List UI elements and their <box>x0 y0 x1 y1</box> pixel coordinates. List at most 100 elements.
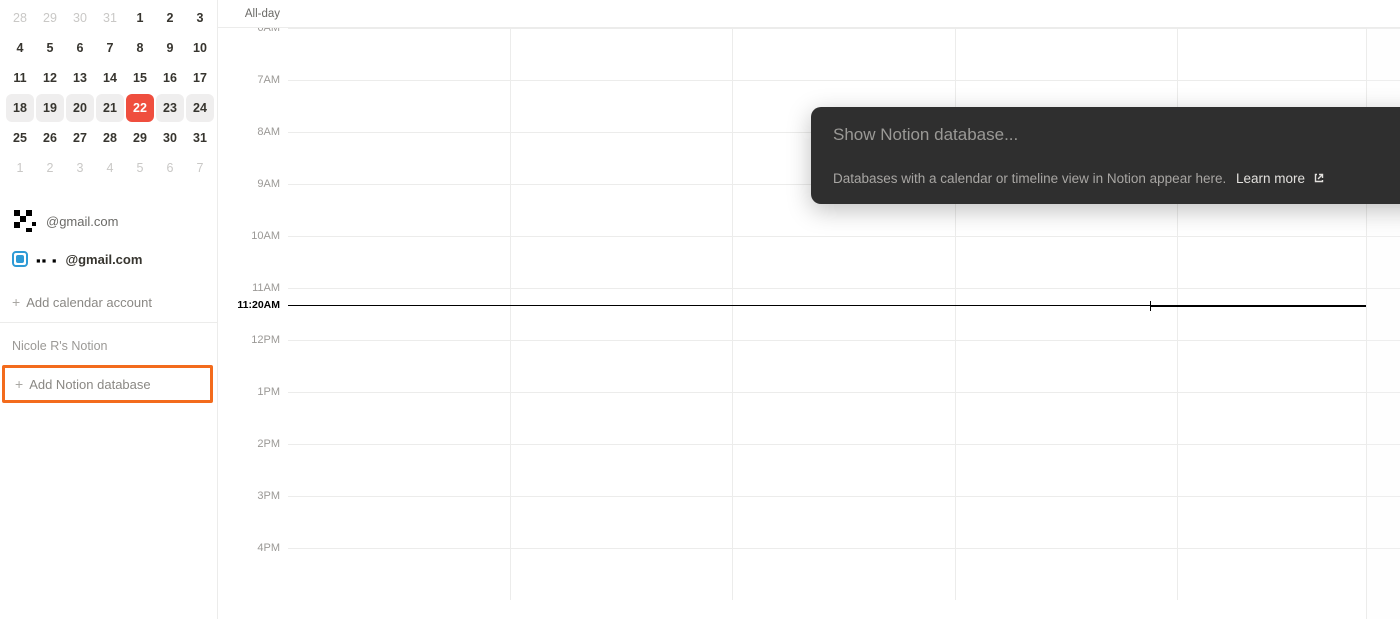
add-notion-database-button[interactable]: + Add Notion database <box>5 368 210 400</box>
mini-calendar-day[interactable]: 12 <box>36 64 64 92</box>
mini-calendar-day[interactable]: 4 <box>96 154 124 182</box>
mini-calendar-day[interactable]: 25 <box>6 124 34 152</box>
mini-calendar-day[interactable]: 21 <box>96 94 124 122</box>
mini-calendar-day[interactable]: 2 <box>156 4 184 32</box>
time-slot[interactable] <box>288 29 510 80</box>
mini-calendar-day[interactable]: 8 <box>126 34 154 62</box>
time-slot[interactable] <box>732 289 955 340</box>
time-slot[interactable] <box>732 549 955 600</box>
time-slot[interactable] <box>510 289 733 340</box>
account-email: @gmail.com <box>65 252 142 267</box>
calendar-account-row[interactable]: @gmail.com <box>8 202 209 240</box>
mini-calendar-day[interactable]: 29 <box>126 124 154 152</box>
time-slot[interactable] <box>288 393 510 444</box>
time-slot[interactable] <box>288 237 510 288</box>
time-slot[interactable] <box>955 341 1178 392</box>
current-time-label: 11:20AM <box>218 299 288 311</box>
hour-row: 6AM <box>218 28 1400 80</box>
mini-calendar-day[interactable]: 2 <box>36 154 64 182</box>
time-slot[interactable] <box>288 497 510 548</box>
mini-calendar-day[interactable]: 6 <box>156 154 184 182</box>
time-slot[interactable] <box>955 549 1178 600</box>
mini-calendar-day[interactable]: 18 <box>6 94 34 122</box>
mini-calendar-day[interactable]: 13 <box>66 64 94 92</box>
mini-calendar-day[interactable]: 5 <box>126 154 154 182</box>
mini-calendar-day[interactable]: 31 <box>186 124 214 152</box>
mini-calendar-day[interactable]: 7 <box>186 154 214 182</box>
add-calendar-account-button[interactable]: + Add calendar account <box>0 286 217 318</box>
mini-calendar-day[interactable]: 29 <box>36 4 64 32</box>
time-slot[interactable] <box>510 445 733 496</box>
time-slot[interactable] <box>732 393 955 444</box>
mini-calendar-day[interactable]: 7 <box>96 34 124 62</box>
time-slot[interactable] <box>510 185 733 236</box>
mini-calendar-day[interactable]: 11 <box>6 64 34 92</box>
mini-calendar-day[interactable]: 22 <box>126 94 154 122</box>
mini-calendar-day[interactable]: 16 <box>156 64 184 92</box>
mini-calendar-day[interactable]: 1 <box>6 154 34 182</box>
time-slot[interactable] <box>510 341 733 392</box>
time-slot[interactable] <box>288 133 510 184</box>
mini-calendar-day[interactable]: 19 <box>36 94 64 122</box>
mini-calendar-day[interactable]: 31 <box>96 4 124 32</box>
time-slot[interactable] <box>510 81 733 132</box>
time-slot[interactable] <box>955 497 1178 548</box>
time-slot[interactable] <box>955 29 1178 80</box>
mini-calendar-day[interactable]: 20 <box>66 94 94 122</box>
time-slot[interactable] <box>732 497 955 548</box>
add-notion-database-label: Add Notion database <box>29 377 150 392</box>
calendar-account-row[interactable]: ▪▪ ▪ @gmail.com <box>8 240 209 278</box>
mini-calendar-day[interactable]: 14 <box>96 64 124 92</box>
mini-calendar-day[interactable]: 3 <box>186 4 214 32</box>
mini-calendar-day[interactable]: 1 <box>126 4 154 32</box>
hour-label: 1PM <box>218 386 288 438</box>
all-day-label: All-day <box>218 8 288 20</box>
mini-calendar-day[interactable]: 24 <box>186 94 214 122</box>
time-slot[interactable] <box>732 237 955 288</box>
time-slot[interactable] <box>288 81 510 132</box>
hour-label: 8AM <box>218 126 288 178</box>
mini-calendar-day[interactable]: 30 <box>66 4 94 32</box>
time-slot[interactable] <box>732 29 955 80</box>
avatar-icon <box>12 208 38 234</box>
add-notion-database-highlight: + Add Notion database <box>2 365 213 403</box>
app-root: 2829303112345678910111213141516171819202… <box>0 0 1400 619</box>
hour-label: 4PM <box>218 542 288 594</box>
time-slot[interactable] <box>955 237 1178 288</box>
time-slot[interactable] <box>510 497 733 548</box>
learn-more-link[interactable]: Learn more <box>1236 171 1325 186</box>
time-slot[interactable] <box>510 549 733 600</box>
time-slot[interactable] <box>732 445 955 496</box>
time-slot[interactable] <box>510 393 733 444</box>
time-slot[interactable] <box>288 445 510 496</box>
mini-calendar-day[interactable]: 17 <box>186 64 214 92</box>
mini-calendar-day[interactable]: 6 <box>66 34 94 62</box>
mini-calendar-day[interactable]: 10 <box>186 34 214 62</box>
popover-hint: Databases with a calendar or timeline vi… <box>833 171 1400 186</box>
mini-calendar-day[interactable]: 28 <box>96 124 124 152</box>
mini-calendar-day[interactable]: 9 <box>156 34 184 62</box>
mini-calendar-day[interactable]: 4 <box>6 34 34 62</box>
time-slot[interactable] <box>732 341 955 392</box>
hour-label: 10AM <box>218 230 288 282</box>
mini-calendar-day[interactable]: 27 <box>66 124 94 152</box>
time-slot[interactable] <box>288 549 510 600</box>
time-slot[interactable] <box>955 445 1178 496</box>
mini-calendar-day[interactable]: 30 <box>156 124 184 152</box>
mini-calendar-day[interactable]: 23 <box>156 94 184 122</box>
time-slot[interactable] <box>288 289 510 340</box>
time-slot[interactable] <box>955 289 1178 340</box>
time-slot[interactable] <box>510 133 733 184</box>
mini-calendar-day[interactable]: 28 <box>6 4 34 32</box>
time-slot[interactable] <box>288 185 510 236</box>
notion-database-search-input[interactable] <box>833 125 1400 145</box>
time-slot[interactable] <box>510 29 733 80</box>
time-slot[interactable] <box>288 341 510 392</box>
time-slot[interactable] <box>955 393 1178 444</box>
checkbox-checked-icon[interactable] <box>12 251 28 267</box>
time-slot[interactable] <box>510 237 733 288</box>
mini-calendar-day[interactable]: 5 <box>36 34 64 62</box>
mini-calendar-day[interactable]: 3 <box>66 154 94 182</box>
mini-calendar-day[interactable]: 15 <box>126 64 154 92</box>
mini-calendar-day[interactable]: 26 <box>36 124 64 152</box>
